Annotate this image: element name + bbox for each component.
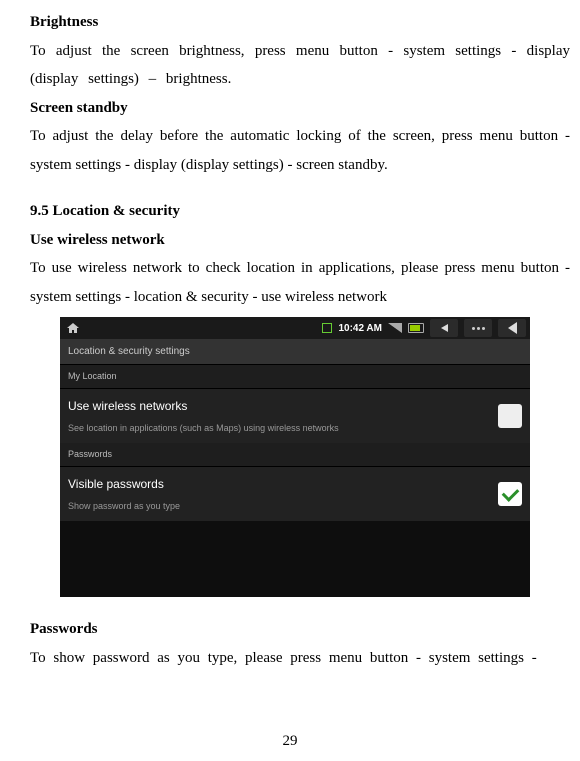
status-icon [322, 323, 332, 333]
checkbox-visible-passwords[interactable] [498, 482, 522, 506]
group-passwords: Passwords [60, 443, 530, 466]
volume-button[interactable] [430, 319, 458, 337]
heading-section-9-5: 9.5 Location & security [30, 197, 570, 226]
empty-area [60, 521, 530, 597]
heading-screen-standby: Screen standby [30, 94, 570, 123]
row-visible-passwords[interactable]: Visible passwords Show password as you t… [60, 466, 530, 521]
clock: 10:42 AM [338, 319, 382, 338]
dots-icon [472, 327, 485, 330]
speaker-icon [441, 324, 448, 332]
para-wireless: To use wireless network to check locatio… [30, 254, 570, 311]
back-button[interactable] [498, 319, 526, 337]
row-subtitle: Show password as you type [68, 498, 498, 515]
checkbox-wireless[interactable] [498, 404, 522, 428]
menu-button[interactable] [464, 319, 492, 337]
signal-icon [388, 323, 402, 333]
screen-title: Location & security settings [60, 339, 530, 365]
row-title: Use wireless networks [68, 395, 498, 418]
battery-icon [408, 323, 424, 333]
para-brightness: To adjust the screen brightness, press m… [30, 37, 570, 94]
para-passwords: To show password as you type, please pre… [30, 644, 570, 673]
row-subtitle: See location in applications (such as Ma… [68, 420, 498, 437]
heading-brightness: Brightness [30, 8, 570, 37]
home-icon[interactable] [64, 321, 82, 335]
page-number: 29 [0, 727, 580, 756]
status-bar: 10:42 AM [60, 317, 530, 339]
row-use-wireless-networks[interactable]: Use wireless networks See location in ap… [60, 388, 530, 443]
heading-use-wireless: Use wireless network [30, 226, 570, 255]
heading-passwords: Passwords [30, 615, 570, 644]
group-my-location: My Location [60, 365, 530, 388]
screenshot-location-security: 10:42 AM Location & security settings My… [60, 317, 530, 597]
para-standby: To adjust the delay before the automatic… [30, 122, 570, 179]
back-arrow-icon [508, 322, 517, 334]
row-title: Visible passwords [68, 473, 498, 496]
